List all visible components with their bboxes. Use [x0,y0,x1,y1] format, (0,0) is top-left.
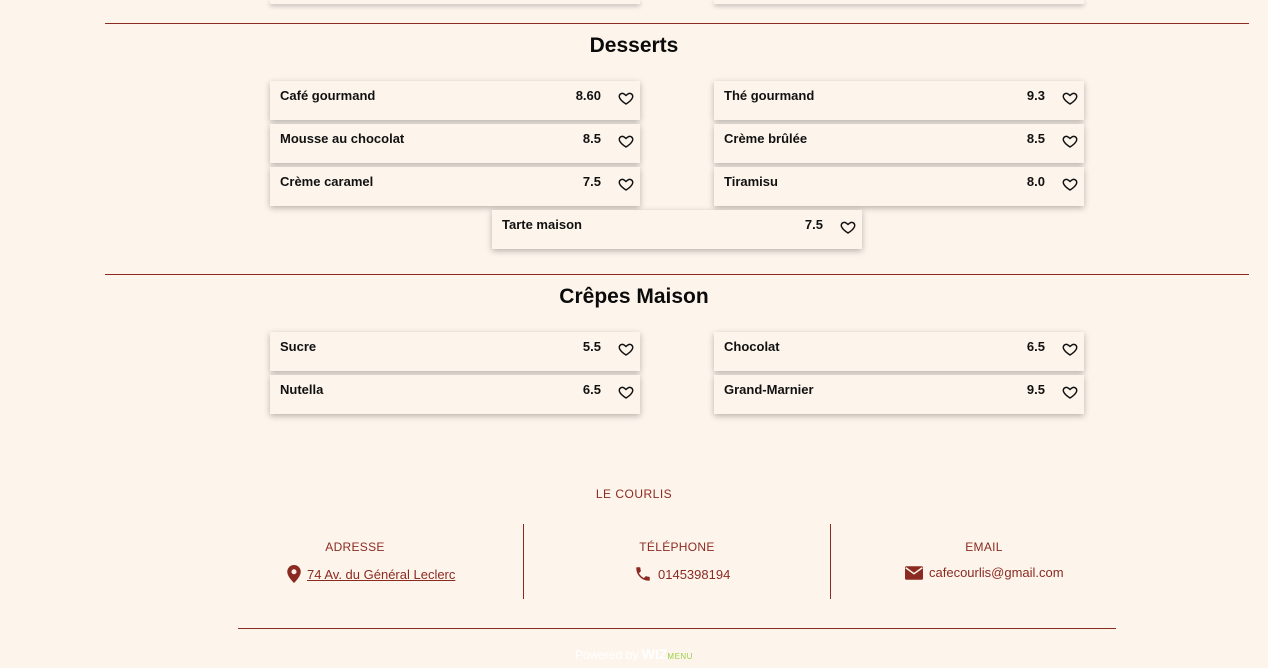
section-divider [105,23,1249,24]
previous-section-card [270,0,640,4]
phone-title: TÉLÉPHONE [639,540,715,554]
menu-item-price: 5.5 [582,339,601,354]
menu-item-card[interactable]: Crème caramel 7.5 [270,167,640,206]
menu-item-price: 9.3 [1026,88,1045,103]
menu-item-price: 6.5 [582,382,601,397]
powered-brand: WIZ [641,646,668,662]
heart-icon[interactable] [618,384,634,400]
menu-item-price: 7.5 [582,174,601,189]
heart-icon[interactable] [618,341,634,357]
menu-item-name: Crème brûlée [724,131,808,146]
menu-item-card[interactable]: Chocolat 6.5 [714,332,1084,371]
previous-section-card [714,0,1084,4]
menu-item-card[interactable]: Sucre 5.5 [270,332,640,371]
menu-item-card[interactable]: Mousse au chocolat 8.5 [270,124,640,163]
heart-icon[interactable] [618,176,634,192]
footer-column-divider [523,524,524,599]
heart-icon[interactable] [1062,176,1078,192]
email-address[interactable]: cafecourlis@gmail.com [929,565,1064,580]
powered-by-text: Powered by [575,648,639,662]
menu-item-name: Mousse au chocolat [280,131,405,146]
heart-icon[interactable] [1062,90,1078,106]
address-link[interactable]: 74 Av. du Général Leclerc [307,567,455,582]
heart-icon[interactable] [618,90,634,106]
powered-by[interactable]: Powered by WIZMENU [0,646,1268,662]
menu-item-price: 8.60 [575,88,601,103]
menu-item-price: 9.5 [1026,382,1045,397]
menu-item-name: Chocolat [724,339,780,354]
menu-item-card[interactable]: Thé gourmand 9.3 [714,81,1084,120]
address-title: ADRESSE [325,540,385,554]
menu-item-price: 8.0 [1026,174,1045,189]
menu-item-card[interactable]: Grand-Marnier 9.5 [714,375,1084,414]
section-title-desserts: Desserts [589,34,679,57]
heart-icon[interactable] [840,219,856,235]
email-row: cafecourlis@gmail.com [905,565,1064,580]
heart-icon[interactable] [1062,133,1078,149]
map-pin-icon [287,565,301,583]
menu-item-price: 8.5 [582,131,601,146]
section-divider [105,274,1249,275]
phone-row: 0145398194 [634,565,730,583]
menu-item-card[interactable]: Crème brûlée 8.5 [714,124,1084,163]
menu-item-card[interactable]: Tarte maison 7.5 [492,210,862,249]
menu-item-name: Café gourmand [280,88,376,103]
menu-item-name: Thé gourmand [724,88,815,103]
heart-icon[interactable] [1062,384,1078,400]
powered-brand-suffix: MENU [667,652,693,661]
section-title-crepes: Crêpes Maison [559,285,709,308]
envelope-icon [905,565,923,580]
heart-icon[interactable] [1062,341,1078,357]
footer-brand: LE COURLIS [595,487,673,501]
phone-icon [636,567,650,581]
menu-item-name: Grand-Marnier [724,382,814,397]
heart-icon[interactable] [618,133,634,149]
menu-item-price: 8.5 [1026,131,1045,146]
menu-item-name: Crème caramel [280,174,374,189]
menu-item-price: 7.5 [804,217,823,232]
menu-item-card[interactable]: Café gourmand 8.60 [270,81,640,120]
menu-item-name: Sucre [280,339,317,354]
menu-item-name: Tiramisu [724,174,778,189]
footer-column-divider [830,524,831,599]
menu-item-card[interactable]: Nutella 6.5 [270,375,640,414]
menu-item-name: Nutella [280,382,324,397]
footer-divider [238,628,1116,629]
menu-item-card[interactable]: Tiramisu 8.0 [714,167,1084,206]
menu-item-name: Tarte maison [502,217,582,232]
address-row: 74 Av. du Général Leclerc [287,565,455,583]
email-title: EMAIL [965,540,1003,554]
menu-item-price: 6.5 [1026,339,1045,354]
phone-number[interactable]: 0145398194 [658,567,730,582]
